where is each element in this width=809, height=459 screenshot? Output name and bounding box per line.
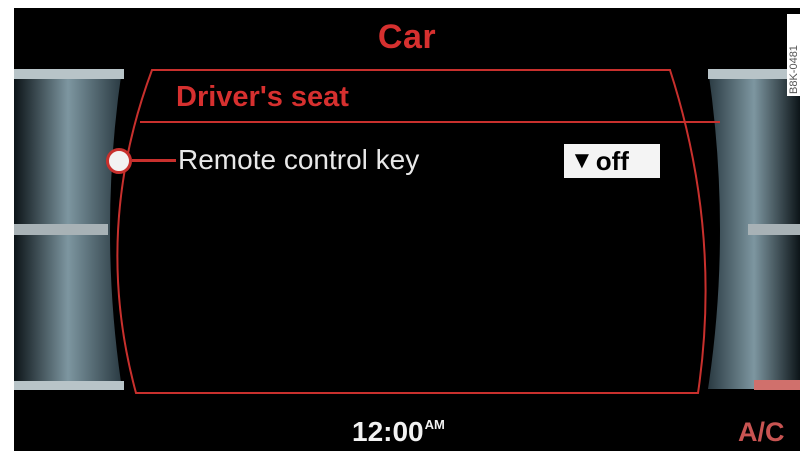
menu-item-label: Remote control key: [178, 144, 420, 175]
clock-time: 12:00: [352, 416, 424, 447]
image-code-text: B8K-0481: [788, 45, 800, 94]
left-pillar-bottom-band: [14, 381, 124, 390]
ac-label: A/C: [738, 417, 785, 447]
frame-graphics: [14, 69, 800, 394]
screen-title: Car: [377, 18, 437, 56]
remote-key-dropdown[interactable]: ▼ off: [564, 144, 660, 178]
dropdown-value: off: [595, 145, 629, 176]
section-title: Driver's seat: [176, 81, 349, 113]
clock-meridiem: AM: [424, 417, 445, 432]
left-pillar-mid-band: [14, 224, 108, 235]
radio-selected-icon: [106, 148, 132, 174]
menu-item-remote-control-key[interactable]: Remote control key ▼ off: [106, 144, 676, 178]
menu-frame: [116, 69, 707, 394]
left-pillar-top-band: [14, 69, 124, 79]
image-code-watermark: B8K-0481: [787, 14, 805, 96]
connector-line: [132, 159, 176, 162]
display-screen: Car Driver's seat Remote control key ▼ o…: [14, 8, 800, 451]
right-pillar-bottom-band: [754, 380, 800, 390]
right-pillar-mid-band: [748, 224, 800, 235]
dropdown-arrow-icon: ▼: [570, 147, 594, 174]
clock-display: 12:00AM: [352, 416, 445, 448]
